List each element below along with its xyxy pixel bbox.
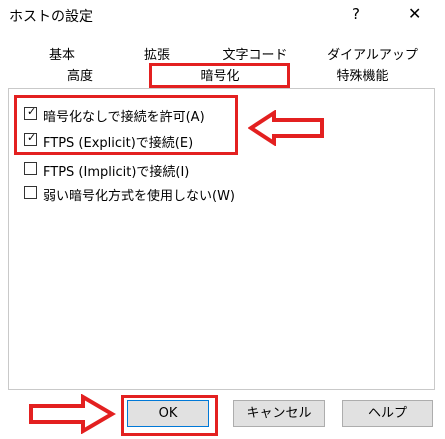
annotation-arrow-left — [248, 110, 324, 146]
cancel-button[interactable]: キャンセル — [233, 400, 325, 427]
annotation-box-ok — [121, 395, 218, 436]
close-icon[interactable]: ✕ — [408, 4, 421, 23]
help-icon[interactable]: ? — [352, 5, 360, 23]
annotation-box-tab — [149, 63, 290, 88]
checkbox-label: FTPS (Implicit)で接続(I) — [43, 165, 190, 180]
tab-advanced[interactable]: 高度 — [10, 66, 150, 87]
annotation-arrow-right — [29, 394, 116, 434]
tab-basic[interactable]: 基本 — [10, 46, 114, 65]
title-bar: ホストの設定 ? ✕ — [0, 0, 445, 31]
help-button[interactable]: ヘルプ — [342, 400, 433, 427]
checkbox[interactable] — [24, 162, 37, 175]
window-title: ホストの設定 — [9, 9, 93, 25]
tab-dialup[interactable]: ダイアルアップ — [310, 46, 435, 65]
checkbox[interactable] — [24, 186, 37, 199]
tab-special[interactable]: 特殊機能 — [290, 66, 435, 87]
annotation-box-options — [14, 95, 238, 155]
checkbox-label: 弱い暗号化方式を使用しない(W) — [43, 189, 235, 204]
